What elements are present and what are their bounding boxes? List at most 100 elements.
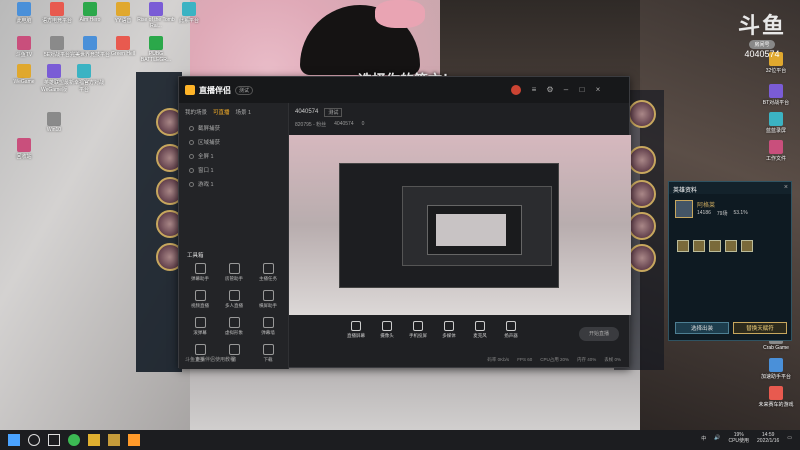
desktop-icon[interactable]: 蓝蓝录屏 bbox=[756, 112, 796, 134]
app-icon bbox=[17, 36, 31, 50]
volume-icon[interactable]: 🔊 bbox=[714, 435, 720, 441]
desktop-icon-label: Green Hell bbox=[111, 51, 135, 57]
tutorial-link[interactable]: 斗鱼直播伴侣使用教程 bbox=[185, 356, 235, 363]
game-icon[interactable] bbox=[108, 434, 120, 446]
folder-icon[interactable] bbox=[88, 434, 100, 446]
scene-tabs: 我的场景 可直播 场景 1 bbox=[179, 103, 288, 121]
desktop-icon[interactable]: 加速助手平台 bbox=[756, 358, 796, 380]
desktop-icon[interactable]: BT对战平台 bbox=[756, 84, 796, 106]
desktop-icon[interactable]: PUBG BATTLEGR... bbox=[136, 36, 176, 63]
source-control-button[interactable]: 摄像头 bbox=[376, 321, 398, 339]
app-icon bbox=[83, 2, 97, 16]
desktop-icon[interactable]: 未来赛车的游戏 bbox=[756, 386, 796, 408]
windows-start-icon[interactable] bbox=[8, 434, 20, 446]
toolbox-item[interactable]: 主播任务 bbox=[251, 263, 285, 282]
logo-text: 斗鱼 bbox=[737, 13, 786, 38]
toolbox-title: 工具箱 bbox=[187, 253, 204, 259]
toolbox-item[interactable]: 弹幕助手 bbox=[183, 263, 217, 282]
language-indicator[interactable]: 中 bbox=[701, 435, 706, 442]
tool-icon bbox=[228, 263, 240, 274]
toolbox-item[interactable]: 房管助手 bbox=[217, 263, 251, 282]
control-label: 摄像头 bbox=[380, 333, 394, 338]
room-pill: 房间号 bbox=[749, 40, 775, 49]
room-number: 4040574 bbox=[744, 49, 780, 59]
scene-label: 截屏捕获 bbox=[198, 126, 221, 132]
toolbox-item[interactable]: 下载 bbox=[251, 344, 285, 363]
toolbox-item[interactable]: 虚拟形象 bbox=[217, 317, 251, 336]
desktop-icon-label: PUBG BATTLEGR... bbox=[140, 51, 172, 63]
desktop-icon[interactable]: 此系平台 bbox=[169, 2, 209, 24]
toolbox-item[interactable]: 多人直播 bbox=[217, 290, 251, 309]
desktop-icon[interactable]: 工作文件 bbox=[756, 140, 796, 162]
tool-label: 滚弹幕 bbox=[193, 330, 207, 335]
desktop-icon[interactable]: Win10 bbox=[34, 112, 74, 133]
app-icon bbox=[116, 36, 130, 50]
control-icon bbox=[506, 321, 516, 331]
select-build-button[interactable]: 选择出装 bbox=[675, 322, 729, 334]
live-companion-taskbar-icon[interactable] bbox=[128, 434, 140, 446]
scene-visibility-icon[interactable] bbox=[189, 181, 194, 187]
tab-my-scenes[interactable]: 我的场景 bbox=[185, 108, 207, 116]
control-label: 麦克风 bbox=[473, 333, 487, 338]
scene-label: 区域捕获 bbox=[198, 140, 221, 146]
app-icon bbox=[769, 386, 783, 400]
source-control-button[interactable]: 手机投屏 bbox=[407, 321, 429, 339]
app-titlebar[interactable]: 直播伴侣 测试 ≡ ⚙ – □ × bbox=[179, 77, 629, 103]
settings-icon[interactable]: ⚙ bbox=[545, 85, 555, 95]
toolbox-item[interactable]: 横屏助手 bbox=[251, 290, 285, 309]
minimize-icon[interactable]: – bbox=[561, 85, 571, 95]
item-icon bbox=[677, 240, 689, 252]
app-icon bbox=[47, 64, 61, 78]
tool-icon bbox=[194, 263, 206, 274]
source-control-button[interactable]: 麦克风 bbox=[469, 321, 491, 339]
player-stats: 14186 79场 53.1% bbox=[697, 210, 748, 217]
scene-label: 游戏 1 bbox=[198, 182, 214, 188]
tab-scene-1[interactable]: 场景 1 bbox=[236, 108, 252, 116]
source-control-button[interactable]: 扬声器 bbox=[500, 321, 522, 339]
scene-visibility-icon[interactable] bbox=[189, 139, 194, 145]
menu-icon[interactable]: ≡ bbox=[529, 85, 539, 95]
player-name: 阿格莱 bbox=[697, 203, 716, 209]
preview-nested-window-3 bbox=[427, 205, 522, 255]
maximize-icon[interactable]: □ bbox=[577, 85, 587, 95]
stream-preview[interactable] bbox=[289, 135, 631, 315]
search-icon[interactable] bbox=[28, 434, 40, 446]
clock[interactable]: 14:59 2022/1/16 bbox=[757, 432, 779, 444]
scene-item[interactable]: 窗口 1 bbox=[179, 163, 288, 177]
app-icon bbox=[47, 112, 61, 126]
scene-item[interactable]: 游戏 1 bbox=[179, 177, 288, 191]
avatar[interactable] bbox=[511, 85, 521, 95]
notification-icon[interactable]: ▭ bbox=[787, 435, 792, 441]
desktop-icon-label: 语方电竞平台 bbox=[41, 18, 72, 24]
source-control-button[interactable]: 直播屏幕 bbox=[345, 321, 367, 339]
close-icon[interactable]: × bbox=[593, 85, 603, 95]
toolbox-item[interactable]: 滚弹幕 bbox=[183, 317, 217, 336]
app-icon bbox=[50, 2, 64, 16]
desktop-icon[interactable]: 最新幸福官方对战平台 bbox=[64, 64, 104, 93]
go-live-button[interactable]: 开始直播 bbox=[579, 327, 619, 341]
replace-runes-button[interactable]: 替换天赋符 bbox=[733, 322, 787, 334]
scene-item[interactable]: 全屏 1 bbox=[179, 149, 288, 163]
control-icon bbox=[475, 321, 485, 331]
scene-visibility-icon[interactable] bbox=[189, 153, 194, 159]
toolbox-item[interactable]: 弹幕墙 bbox=[251, 317, 285, 336]
scene-item[interactable]: 区域捕获 bbox=[179, 135, 288, 149]
tool-icon bbox=[228, 344, 240, 355]
tool-icon bbox=[262, 317, 274, 328]
scene-visibility-icon[interactable] bbox=[189, 125, 194, 131]
desktop-icon-label: 未来赛车的游戏 bbox=[758, 402, 794, 408]
control-label: 扬声器 bbox=[504, 333, 518, 338]
source-control-button[interactable]: 多媒体 bbox=[438, 321, 460, 339]
room-hot: 0 bbox=[361, 121, 365, 127]
scene-label: 窗口 1 bbox=[198, 168, 214, 174]
desktop-icon[interactable]: 回收站 bbox=[4, 138, 44, 160]
tab-live[interactable]: 可直播 bbox=[213, 108, 230, 116]
task-view-icon[interactable] bbox=[48, 434, 60, 446]
enemy-champion-portrait bbox=[628, 100, 656, 128]
status-bar: 码率 0Kb/s FPS 60 CPU占用 20% 内存 40% 丢帧 0% bbox=[289, 357, 631, 367]
scene-visibility-icon[interactable] bbox=[189, 167, 194, 173]
wechat-icon[interactable] bbox=[68, 434, 80, 446]
scene-item[interactable]: 截屏捕获 bbox=[179, 121, 288, 135]
close-icon[interactable]: × bbox=[784, 184, 788, 191]
toolbox-item[interactable]: 视频直播 bbox=[183, 290, 217, 309]
